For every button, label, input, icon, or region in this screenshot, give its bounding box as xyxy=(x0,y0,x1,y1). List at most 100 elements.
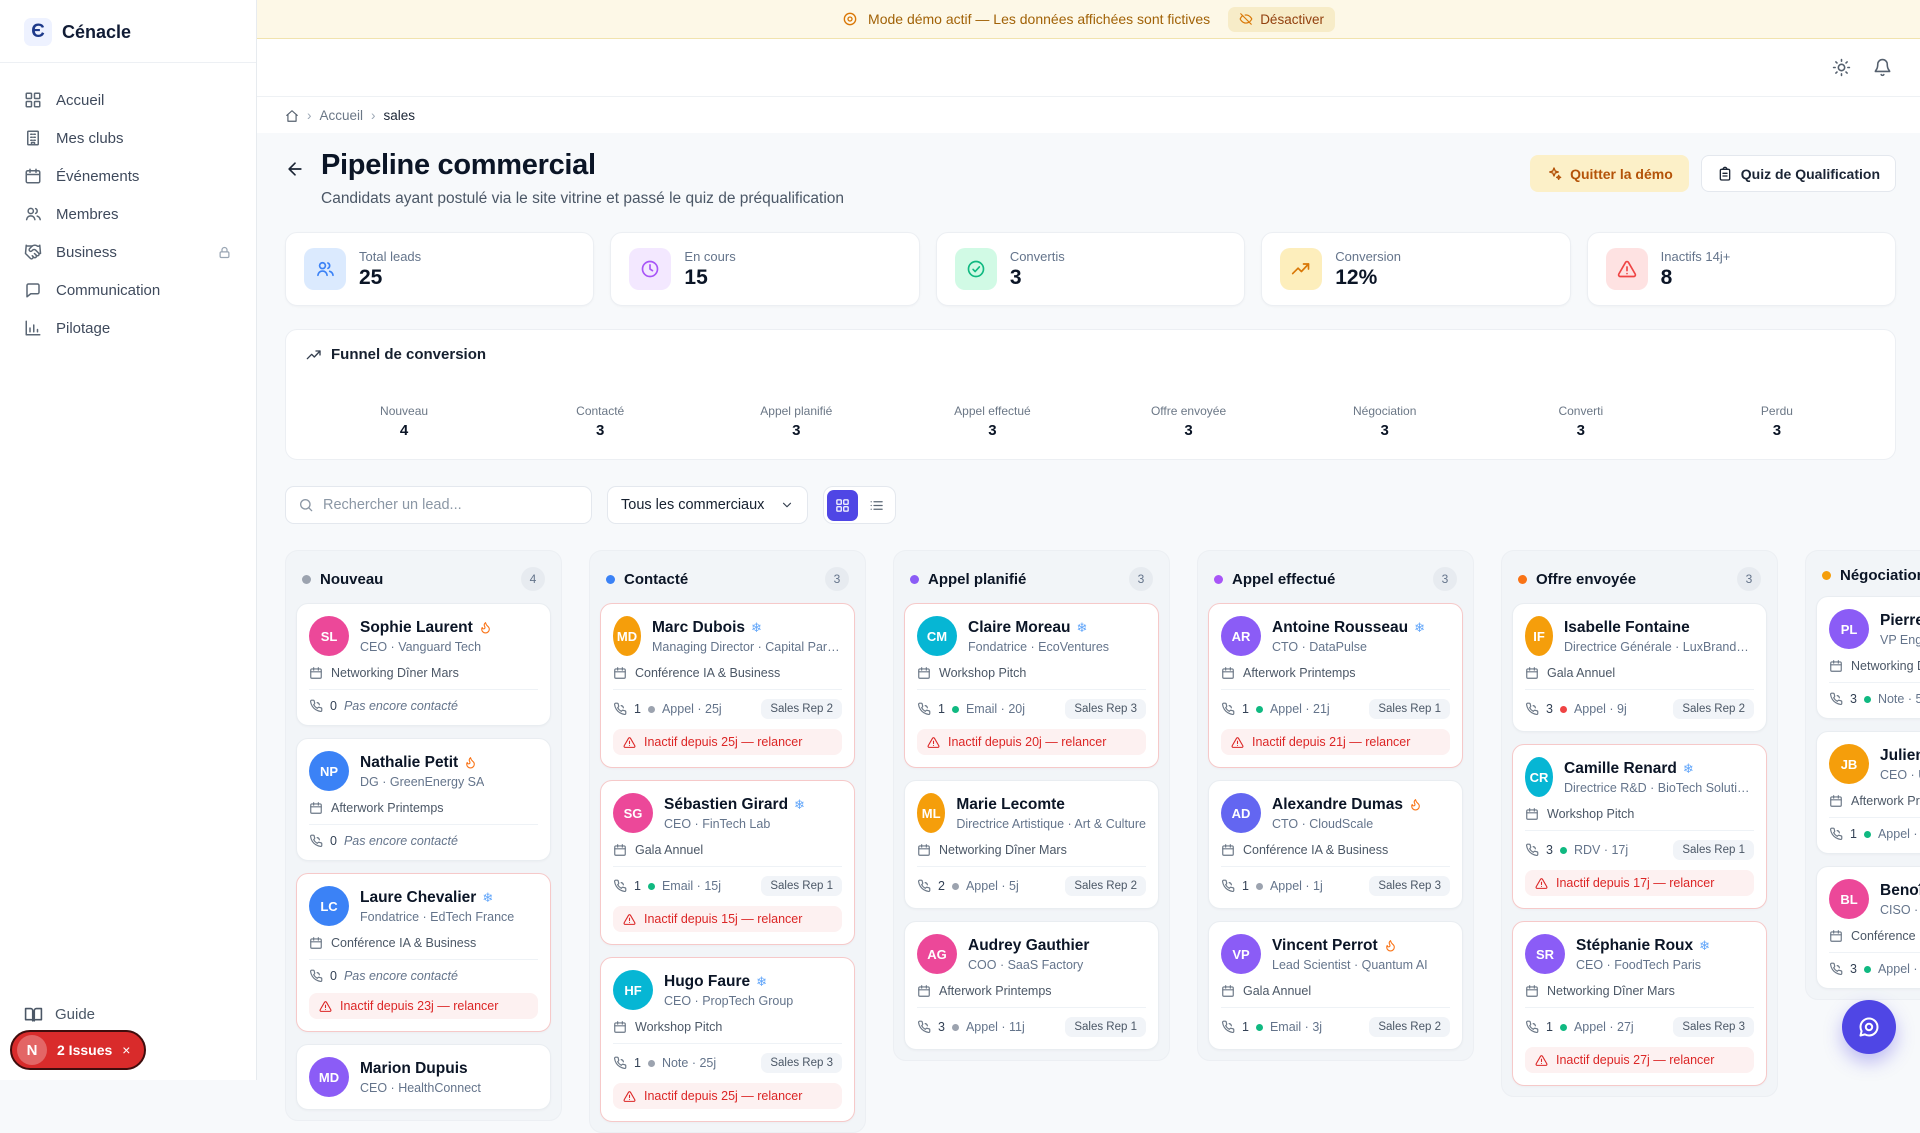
calendar-icon xyxy=(1525,807,1539,821)
sidebar-item-mes-clubs[interactable]: Mes clubs xyxy=(10,119,246,157)
lead-card[interactable]: CMClaire Moreau❄Fondatrice · EcoVentures… xyxy=(904,603,1159,768)
lead-name: Marion Dupuis xyxy=(360,1060,468,1078)
contact-count: 3 xyxy=(1850,962,1857,976)
lead-card[interactable]: IFIsabelle FontaineDirectrice Générale ·… xyxy=(1512,603,1767,732)
lead-identity: Marc Dubois❄Managing Director · Capital … xyxy=(652,619,842,654)
last-activity: Note · 5j xyxy=(1878,692,1920,706)
lead-event-label: Conférence IA & Business xyxy=(331,936,476,950)
sidebar-item-accueil[interactable]: Accueil xyxy=(10,81,246,119)
lead-name: Antoine Rousseau xyxy=(1272,619,1408,637)
lead-identity: Vincent PerrotLead Scientist · Quantum A… xyxy=(1272,937,1428,972)
lead-name: Julien Bl xyxy=(1880,747,1920,765)
sales-rep-badge: Sales Rep 3 xyxy=(761,1053,842,1073)
flame-icon xyxy=(464,756,477,769)
phone-icon xyxy=(917,879,931,893)
calendar-icon xyxy=(1221,843,1235,857)
lead-search[interactable] xyxy=(285,486,592,524)
contact-count: 0 xyxy=(330,969,337,983)
lead-card[interactable]: NPNathalie PetitDG · GreenEnergy SAAfter… xyxy=(296,738,551,861)
sidebar-item-business[interactable]: Business xyxy=(10,233,246,271)
lead-identity: Laure Chevalier❄Fondatrice · EdTech Fran… xyxy=(360,889,514,924)
lead-card[interactable]: HFHugo Faure❄CEO · PropTech GroupWorksho… xyxy=(600,957,855,1122)
search-input[interactable] xyxy=(323,497,579,513)
breadcrumb-item-sales: sales xyxy=(384,108,416,123)
qualification-quiz-button[interactable]: Quiz de Qualification xyxy=(1701,155,1896,192)
activity-dot xyxy=(648,706,655,713)
lead-contact-row: 1Email · 15jSales Rep 1 xyxy=(613,876,842,896)
lead-role-company: CEO · Urban xyxy=(1880,768,1920,782)
column-cards: PLPierre Le❄VP EngineerNetworking Dîner3… xyxy=(1816,596,1920,989)
back-button[interactable] xyxy=(285,159,305,179)
lead-card[interactable]: MDMarc Dubois❄Managing Director · Capita… xyxy=(600,603,855,768)
lead-card[interactable]: PLPierre Le❄VP EngineerNetworking Dîner3… xyxy=(1816,596,1920,719)
lead-card[interactable]: MLMarie LecomteDirectrice Artistique · A… xyxy=(904,780,1159,909)
lead-name-row: Antoine Rousseau❄ xyxy=(1272,619,1425,637)
lead-role-company: VP Engineer xyxy=(1880,633,1920,647)
close-icon[interactable]: × xyxy=(122,1042,130,1058)
calendar-icon xyxy=(1829,794,1843,808)
issues-logo: N xyxy=(17,1035,47,1065)
lead-card[interactable]: BLBenoît LCISO · CybeConférence IA & B3A… xyxy=(1816,866,1920,989)
lead-card[interactable]: SGSébastien Girard❄CEO · FinTech LabGala… xyxy=(600,780,855,945)
home-icon[interactable] xyxy=(285,109,299,123)
sidebar-item-pilotage[interactable]: Pilotage xyxy=(10,309,246,347)
lead-card[interactable]: SLSophie LaurentCEO · Vanguard TechNetwo… xyxy=(296,603,551,726)
disable-demo-button[interactable]: Désactiver xyxy=(1228,7,1335,32)
lead-name: Benoît L xyxy=(1880,882,1920,900)
notifications-bell-icon[interactable] xyxy=(1873,58,1892,77)
phone-icon xyxy=(613,1056,627,1070)
handshake-icon xyxy=(24,243,42,261)
theme-toggle-sun-icon[interactable] xyxy=(1832,58,1851,77)
lead-card[interactable]: ARAntoine Rousseau❄CTO · DataPulseAfterw… xyxy=(1208,603,1463,768)
column-cards: MDMarc Dubois❄Managing Director · Capita… xyxy=(600,603,855,1122)
grid-view-button[interactable] xyxy=(827,490,858,521)
lead-card[interactable]: MDMarion DupuisCEO · HealthConnect xyxy=(296,1044,551,1110)
lead-card[interactable]: ADAlexandre DumasCTO · CloudScaleConfére… xyxy=(1208,780,1463,909)
lead-card[interactable]: AGAudrey GauthierCOO · SaaS FactoryAfter… xyxy=(904,921,1159,1050)
quit-demo-button[interactable]: Quitter la démo xyxy=(1530,155,1689,192)
chart-icon xyxy=(24,319,42,337)
lead-card[interactable]: CRCamille Renard❄Directrice R&D · BioTec… xyxy=(1512,744,1767,909)
last-activity: Appel · 5j xyxy=(966,879,1019,893)
sidebar-item-membres[interactable]: Membres xyxy=(10,195,246,233)
alert-triangle-icon xyxy=(623,1090,636,1103)
lead-card[interactable]: SRStéphanie Roux❄CEO · FoodTech ParisNet… xyxy=(1512,921,1767,1086)
lead-identity: Isabelle FontaineDirectrice Générale · L… xyxy=(1564,619,1754,654)
funnel-stage-label: Offre envoyée xyxy=(1091,404,1287,418)
chat-fab-button[interactable] xyxy=(1842,1000,1896,1054)
avatar: VP xyxy=(1221,934,1261,974)
sidebar-item-communication[interactable]: Communication xyxy=(10,271,246,309)
main-content: Pipeline commercial Candidats ayant post… xyxy=(257,133,1920,1078)
contact-count: 0 xyxy=(330,834,337,848)
stat-body: Inactifs 14j+8 xyxy=(1661,249,1731,290)
lead-event-label: Afterwork Printemps xyxy=(1243,666,1356,680)
lead-card-header: IFIsabelle FontaineDirectrice Générale ·… xyxy=(1525,616,1754,656)
lead-card[interactable]: VP Vincent PerrotLead Scientist · Quantum… xyxy=(1208,921,1463,1050)
clipboard-icon xyxy=(1717,166,1733,182)
lead-card[interactable]: LCLaure Chevalier❄Fondatrice · EdTech Fr… xyxy=(296,873,551,1032)
column-status-dot xyxy=(302,575,311,584)
lead-card-header: MLMarie LecomteDirectrice Artistique · A… xyxy=(917,793,1146,833)
app-logo: Є Cénacle xyxy=(0,0,256,62)
lead-event: Networking Dîner xyxy=(1829,659,1920,673)
issues-badge[interactable]: N 2 Issues × xyxy=(10,1030,146,1070)
lead-contact-row: 1Appel · 25jSales Rep 2 xyxy=(613,699,842,719)
lead-name-row: Stéphanie Roux❄ xyxy=(1576,937,1710,955)
column-count-badge: 3 xyxy=(825,567,849,591)
lead-role-company: CEO · HealthConnect xyxy=(360,1081,481,1095)
lead-event-label: Afterwork Printem xyxy=(1851,794,1920,808)
breadcrumb-item-accueil[interactable]: Accueil xyxy=(320,108,364,123)
rep-filter-select[interactable]: Tous les commerciaux xyxy=(607,486,808,524)
view-toggle xyxy=(823,486,896,524)
guide-button[interactable]: Guide xyxy=(24,1005,95,1024)
lead-role-company: COO · SaaS Factory xyxy=(968,958,1089,972)
stat-value: 25 xyxy=(359,266,421,290)
stat-value: 15 xyxy=(684,266,735,290)
lead-identity: Marion Dupuis CEO · HealthConnect xyxy=(360,1060,481,1095)
sidebar-item--v-nements[interactable]: Événements xyxy=(10,157,246,195)
card-divider xyxy=(1221,866,1450,867)
demo-banner: Mode démo actif — Les données affichées … xyxy=(257,0,1920,39)
lead-card[interactable]: JBJulien Bl❄CEO · UrbanAfterwork Printem… xyxy=(1816,731,1920,854)
snowflake-icon: ❄ xyxy=(751,620,762,636)
list-view-button[interactable] xyxy=(861,490,892,521)
